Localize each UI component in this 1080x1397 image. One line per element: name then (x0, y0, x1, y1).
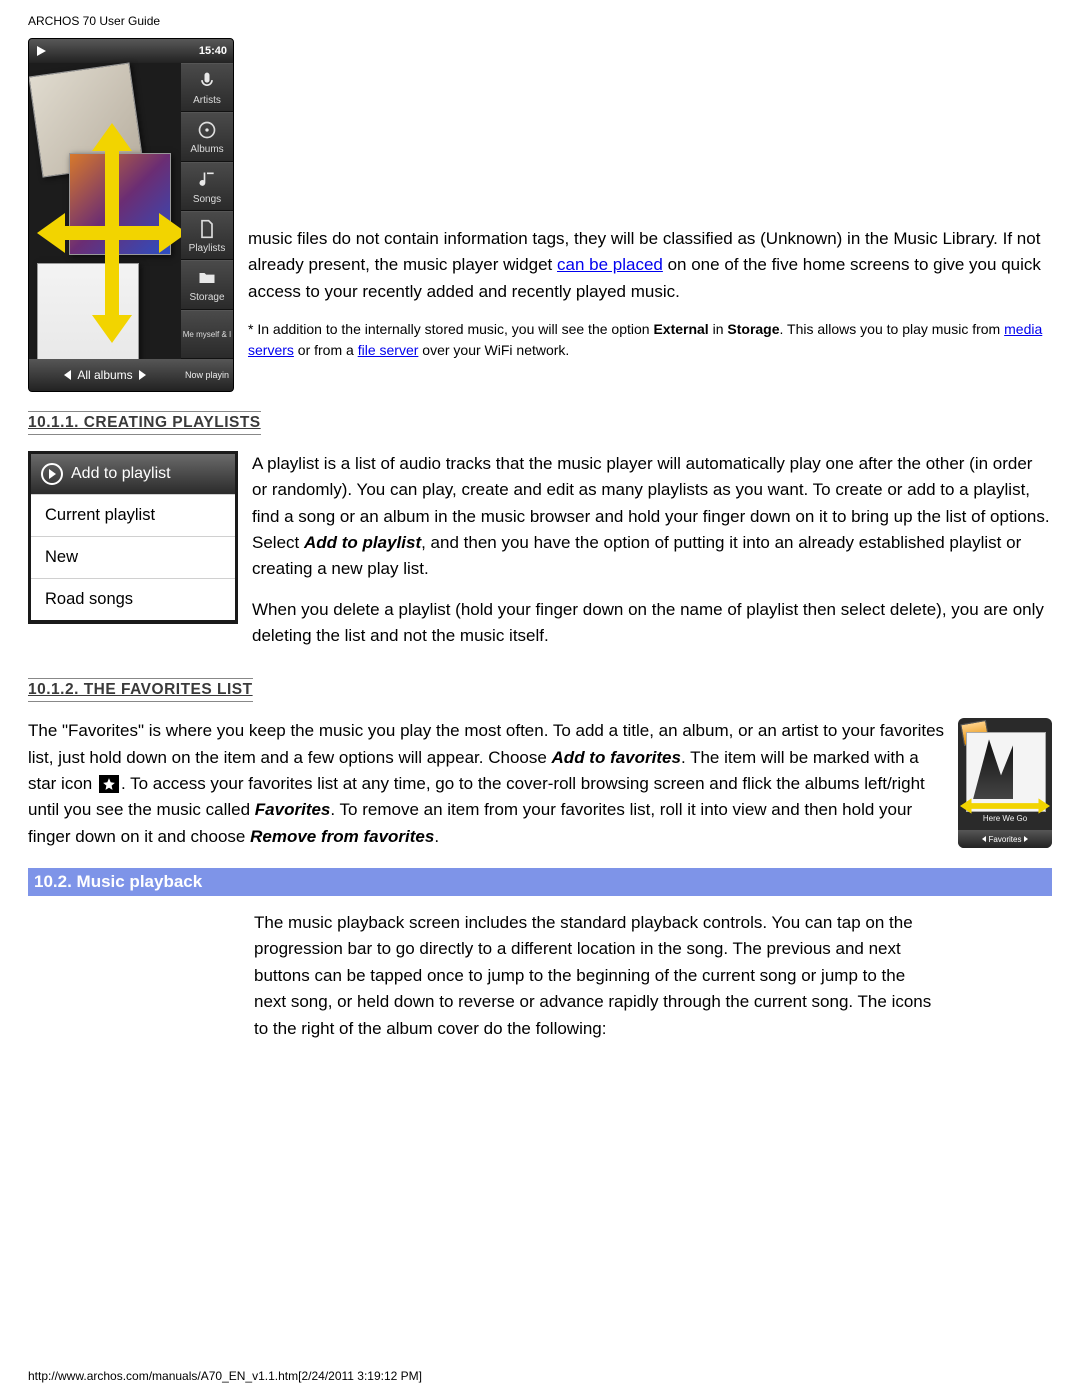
sidebar-item-playlists: Playlists (181, 211, 233, 260)
dialog-header: Add to playlist (31, 454, 235, 494)
sidebar-item-storage: Storage (181, 260, 233, 309)
footnote-text: . This allows you to play music from (780, 321, 1005, 337)
chevron-right-icon (139, 370, 146, 380)
file-server-link[interactable]: file server (358, 342, 419, 358)
album-cover (37, 263, 139, 365)
playlist-option: New (31, 536, 235, 578)
bottom-bar-label: All albums (77, 368, 132, 382)
folder-icon (194, 266, 220, 290)
emphasis-text: Favorites (255, 800, 331, 819)
statusbar-time: 15:40 (199, 45, 227, 57)
sidebar-item-label: Playlists (189, 243, 226, 254)
chevron-left-icon (982, 836, 986, 842)
sidebar-item-nowplaying: Me myself & I (181, 310, 233, 359)
footnote-bold: External (653, 321, 708, 337)
disc-icon (194, 118, 220, 142)
sidebar-item-label: Songs (193, 194, 221, 205)
footnote-text: * In addition to the internally stored m… (248, 321, 653, 337)
album-covers-area (29, 63, 181, 359)
file-icon (194, 217, 220, 241)
sidebar-item-label: Me myself & I (183, 330, 231, 339)
footnote-text: over your WiFi network. (418, 342, 569, 358)
screenshot-bottom-bar: All albums (29, 359, 181, 391)
playlist-option: Road songs (31, 578, 235, 620)
paragraph-text: . (434, 827, 439, 846)
emphasis-text: Add to playlist (304, 533, 421, 552)
emphasis-text: Add to favorites (552, 748, 681, 767)
footnote-text: or from a (294, 342, 358, 358)
favorites-bottom-bar: Favorites (958, 830, 1052, 848)
page-footer-url: http://www.archos.com/manuals/A70_EN_v1.… (28, 1369, 422, 1383)
favorites-screenshot: Here We Go Favorites (958, 718, 1052, 848)
sidebar-item-songs: Songs (181, 162, 233, 211)
footnote-bold: Storage (727, 321, 779, 337)
sidebar-item-label: Storage (189, 292, 224, 303)
emphasis-text: Remove from favorites (250, 827, 434, 846)
play-indicator-icon (35, 45, 47, 57)
chevron-left-icon (64, 370, 71, 380)
music-library-screenshot: 15:40 Artists A (28, 38, 234, 392)
note-icon (194, 168, 220, 192)
playlist-add-icon (41, 463, 63, 485)
favorites-paragraph: The "Favorites" is where you keep the mu… (28, 718, 1052, 850)
screenshot-statusbar: 15:40 (29, 39, 233, 63)
dialog-title: Add to playlist (71, 465, 171, 483)
album-cover (69, 153, 171, 255)
chevron-right-icon (1024, 836, 1028, 842)
can-be-placed-link[interactable]: can be placed (557, 255, 663, 274)
playlist-option: Current playlist (31, 494, 235, 536)
bottom-bar-label: Favorites (989, 835, 1022, 844)
library-category-strip: Artists Albums Songs Playlists Storage M… (181, 63, 233, 359)
section-music-playback: 10.2. Music playback (28, 868, 1052, 896)
subheading-favorites-list: 10.1.2. THE FAVORITES LIST (28, 678, 253, 702)
sidebar-item-label: Albums (190, 144, 223, 155)
footnote-text: in (709, 321, 728, 337)
add-to-playlist-dialog: Add to playlist Current playlist New Roa… (28, 451, 238, 624)
subheading-creating-playlists: 10.1.1. CREATING PLAYLISTS (28, 411, 261, 435)
sidebar-item-label: Artists (193, 95, 221, 106)
page-header: ARCHOS 70 User Guide (28, 14, 1052, 28)
music-playback-paragraph: The music playback screen includes the s… (254, 910, 934, 1042)
now-playing-tab: Now playin (181, 359, 233, 391)
sidebar-item-artists: Artists (181, 63, 233, 112)
album-caption: Here We Go (958, 814, 1052, 823)
mic-icon (194, 69, 220, 93)
sidebar-item-albums: Albums (181, 112, 233, 161)
star-icon (99, 775, 119, 793)
